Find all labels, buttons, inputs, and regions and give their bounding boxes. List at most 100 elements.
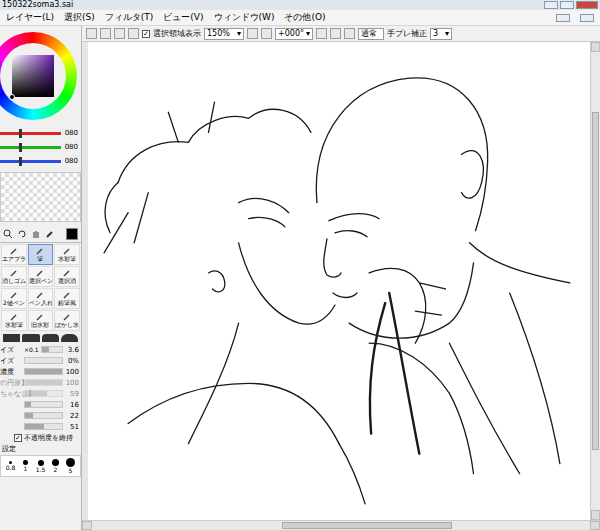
- brush-setting[interactable]: の円形】100: [0, 377, 81, 388]
- keep-opacity-checkbox[interactable]: ✓不透明度を維持: [0, 432, 81, 444]
- setting-label: イズ: [0, 345, 22, 355]
- slider-track[interactable]: [0, 146, 61, 149]
- tool-button[interactable]: 消しゴム: [1, 266, 27, 287]
- setting-value: 0%: [65, 357, 79, 365]
- menu-item[interactable]: レイヤー(L): [6, 11, 54, 24]
- redo-button[interactable]: [100, 28, 111, 39]
- close-doc-button[interactable]: [580, 14, 594, 22]
- tool-button[interactable]: 旧水彩: [28, 310, 54, 331]
- close-button[interactable]: [576, 1, 598, 9]
- tool-button[interactable]: 選択消: [54, 266, 80, 287]
- title-bar: 150322soma3.sai: [0, 0, 600, 10]
- canvas-toolbar: ✓選択領域表示150%▾+000°▾通常手ブレ補正3▾: [82, 26, 600, 42]
- menu-item[interactable]: ウィンドウ(W): [214, 11, 275, 24]
- brush-setting[interactable]: イズ×0.13.6: [0, 344, 81, 355]
- size-preset[interactable]: 1.5: [33, 458, 48, 474]
- hand-icon[interactable]: [31, 229, 41, 239]
- scroll-thumb[interactable]: [282, 522, 452, 529]
- tool-button[interactable]: ペン入れ: [28, 288, 54, 309]
- rotate-right-button[interactable]: [330, 28, 341, 39]
- slider-track[interactable]: [0, 132, 61, 135]
- horizontal-scrollbar[interactable]: [82, 520, 600, 530]
- brush-shape[interactable]: [61, 334, 78, 342]
- menu-item[interactable]: 選択(S): [64, 11, 95, 24]
- current-color-swatch[interactable]: [66, 228, 78, 240]
- scroll-thumb[interactable]: [592, 112, 599, 450]
- brush-icon: [10, 313, 18, 321]
- brush-setting[interactable]: 51: [0, 421, 81, 432]
- window-title: 150322soma3.sai: [2, 0, 73, 10]
- rotate-icon[interactable]: [17, 229, 27, 239]
- tool-button[interactable]: エアブラ: [1, 244, 27, 265]
- zoom-in-button[interactable]: [261, 28, 272, 39]
- brush-shape[interactable]: [22, 334, 39, 342]
- restore-button[interactable]: [556, 14, 570, 22]
- rotate-left-button[interactable]: [316, 28, 327, 39]
- menu-item[interactable]: その他(O): [284, 11, 325, 24]
- undo-button[interactable]: [86, 28, 97, 39]
- setting-bar[interactable]: [24, 423, 63, 430]
- invert-button[interactable]: [128, 28, 139, 39]
- slider-value: 080: [64, 157, 78, 165]
- setting-bar[interactable]: [41, 346, 63, 353]
- color-slider[interactable]: 080: [0, 126, 81, 140]
- brush-icon: [36, 247, 44, 255]
- eyedropper-icon[interactable]: [45, 229, 55, 239]
- setting-bar[interactable]: [24, 357, 63, 364]
- size-preset[interactable]: 2: [48, 458, 63, 474]
- brush-setting[interactable]: 濃度100: [0, 366, 81, 377]
- window-controls: [544, 1, 598, 9]
- vertical-scrollbar[interactable]: [590, 42, 600, 520]
- brush-setting[interactable]: 16: [0, 399, 81, 410]
- saturation-square[interactable]: [12, 55, 54, 97]
- menu-item[interactable]: ビュー(V): [163, 11, 203, 24]
- canvas[interactable]: [82, 42, 590, 520]
- setting-label: ちゃなし】: [0, 389, 22, 399]
- color-slider[interactable]: 080: [0, 140, 81, 154]
- menu-item[interactable]: フィルタ(T): [105, 11, 154, 24]
- brush-setting[interactable]: 22: [0, 410, 81, 421]
- flip-button[interactable]: [344, 28, 355, 39]
- minimize-button[interactable]: [544, 1, 558, 9]
- setting-bar[interactable]: [24, 390, 63, 397]
- setting-bar[interactable]: [24, 412, 63, 419]
- size-preset[interactable]: 0.8: [3, 458, 18, 474]
- brush-setting[interactable]: ちゃなし】59: [0, 388, 81, 399]
- angle-select[interactable]: +000°▾: [275, 28, 313, 40]
- slider-thumb[interactable]: [19, 143, 22, 152]
- setting-bar[interactable]: [24, 368, 63, 375]
- setting-value: 22: [65, 412, 79, 420]
- zoom-select[interactable]: 150%▾: [204, 28, 244, 40]
- brush-shape[interactable]: [3, 334, 20, 342]
- tool-button[interactable]: 鉛筆風: [54, 288, 80, 309]
- slider-track[interactable]: [0, 160, 61, 163]
- menu-bar: レイヤー(L) 選択(S) フィルタ(T) ビュー(V) ウィンドウ(W) その他(O): [0, 10, 600, 26]
- deselect-button[interactable]: [114, 28, 125, 39]
- setting-bar[interactable]: [24, 401, 63, 408]
- setting-bar[interactable]: [24, 379, 63, 386]
- tool-button[interactable]: 水彩筆: [54, 244, 80, 265]
- size-preset[interactable]: 1: [18, 458, 33, 474]
- color-wheel[interactable]: [0, 32, 77, 120]
- show-selection-checkbox[interactable]: ✓: [142, 30, 150, 38]
- slider-value: 080: [64, 143, 78, 151]
- tool-button[interactable]: ぼかし水: [54, 310, 80, 331]
- color-slider[interactable]: 080: [0, 154, 81, 168]
- slider-thumb[interactable]: [19, 129, 22, 138]
- brush-setting[interactable]: イズ0%: [0, 355, 81, 366]
- zoom-icon[interactable]: [3, 229, 13, 239]
- maximize-button[interactable]: [560, 1, 574, 9]
- slider-thumb[interactable]: [19, 157, 22, 166]
- size-preset[interactable]: 5: [63, 458, 78, 474]
- tool-icon-row: [0, 226, 81, 242]
- tool-button[interactable]: 筆: [28, 244, 54, 265]
- tool-button[interactable]: 選択ペン: [28, 266, 54, 287]
- brush-shape[interactable]: [42, 334, 59, 342]
- setting-value: 16: [65, 401, 79, 409]
- zoom-out-button[interactable]: [247, 28, 258, 39]
- tool-button[interactable]: 水彩筆: [1, 310, 27, 331]
- blend-mode[interactable]: 通常: [358, 28, 384, 40]
- stabilizer-select[interactable]: 3▾: [430, 28, 452, 40]
- tool-button[interactable]: 2値ペン: [1, 288, 27, 309]
- color-cursor[interactable]: [9, 94, 15, 100]
